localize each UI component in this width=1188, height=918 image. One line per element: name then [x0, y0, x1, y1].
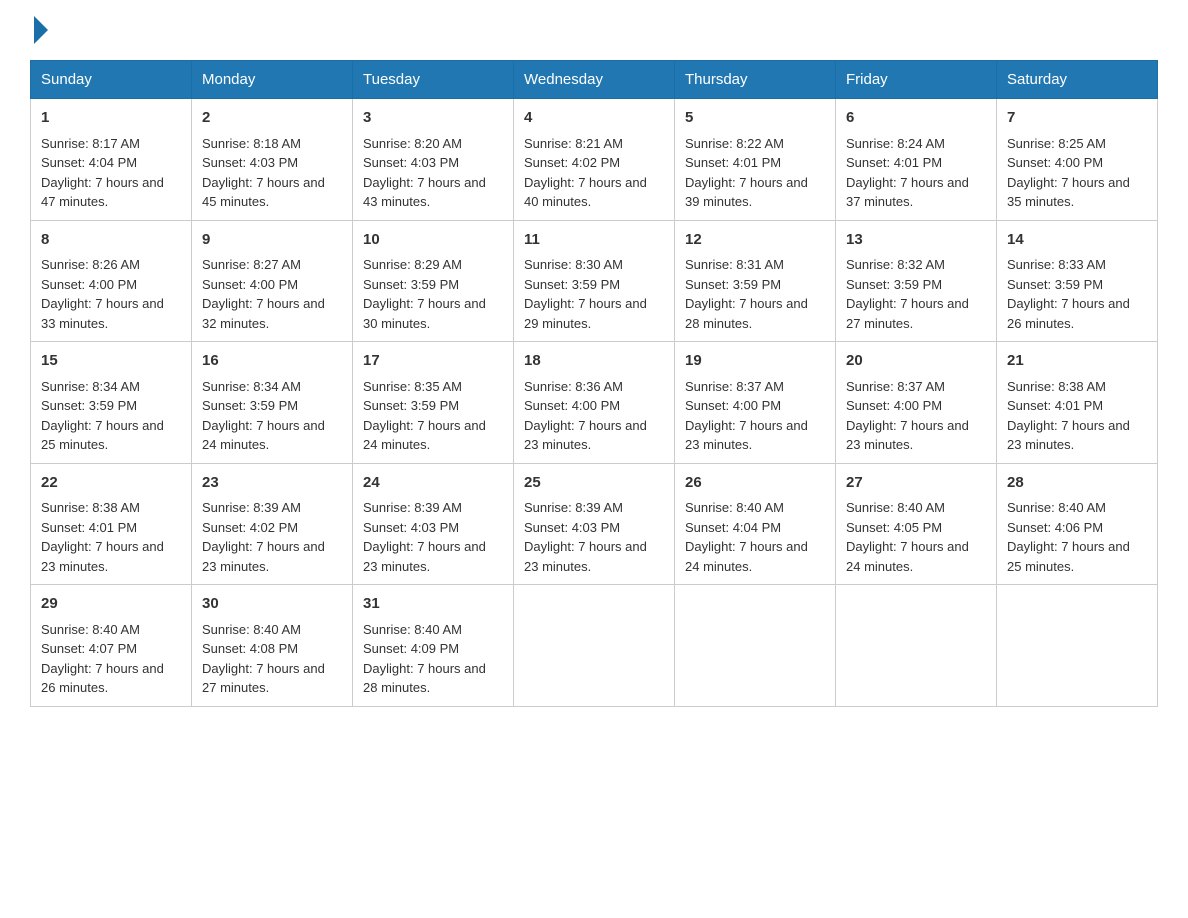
day-of-week-header: Wednesday	[514, 61, 675, 99]
day-of-week-header: Monday	[192, 61, 353, 99]
calendar-day-cell: 24Sunrise: 8:39 AMSunset: 4:03 PMDayligh…	[353, 463, 514, 585]
day-number: 25	[524, 472, 664, 495]
day-number: 16	[202, 350, 342, 373]
calendar-week-row: 22Sunrise: 8:38 AMSunset: 4:01 PMDayligh…	[31, 463, 1158, 585]
calendar-week-row: 29Sunrise: 8:40 AMSunset: 4:07 PMDayligh…	[31, 585, 1158, 707]
logo-arrow-icon	[34, 16, 48, 44]
day-number: 19	[685, 350, 825, 373]
calendar-day-cell: 15Sunrise: 8:34 AMSunset: 3:59 PMDayligh…	[31, 342, 192, 464]
calendar-day-cell: 14Sunrise: 8:33 AMSunset: 3:59 PMDayligh…	[997, 220, 1158, 342]
calendar-day-cell: 3Sunrise: 8:20 AMSunset: 4:03 PMDaylight…	[353, 99, 514, 221]
calendar-day-cell: 18Sunrise: 8:36 AMSunset: 4:00 PMDayligh…	[514, 342, 675, 464]
calendar-day-cell: 8Sunrise: 8:26 AMSunset: 4:00 PMDaylight…	[31, 220, 192, 342]
day-of-week-header: Sunday	[31, 61, 192, 99]
calendar-day-cell: 22Sunrise: 8:38 AMSunset: 4:01 PMDayligh…	[31, 463, 192, 585]
day-number: 6	[846, 107, 986, 130]
day-number: 31	[363, 593, 503, 616]
day-number: 30	[202, 593, 342, 616]
calendar-day-cell: 2Sunrise: 8:18 AMSunset: 4:03 PMDaylight…	[192, 99, 353, 221]
calendar-day-cell: 27Sunrise: 8:40 AMSunset: 4:05 PMDayligh…	[836, 463, 997, 585]
day-number: 11	[524, 229, 664, 252]
calendar-week-row: 8Sunrise: 8:26 AMSunset: 4:00 PMDaylight…	[31, 220, 1158, 342]
calendar-week-row: 1Sunrise: 8:17 AMSunset: 4:04 PMDaylight…	[31, 99, 1158, 221]
day-number: 7	[1007, 107, 1147, 130]
calendar-day-cell: 13Sunrise: 8:32 AMSunset: 3:59 PMDayligh…	[836, 220, 997, 342]
day-number: 3	[363, 107, 503, 130]
day-number: 18	[524, 350, 664, 373]
day-number: 29	[41, 593, 181, 616]
day-of-week-header: Thursday	[675, 61, 836, 99]
day-number: 10	[363, 229, 503, 252]
calendar-day-cell	[836, 585, 997, 707]
page-header	[30, 20, 1158, 40]
day-number: 2	[202, 107, 342, 130]
day-number: 27	[846, 472, 986, 495]
calendar-table: SundayMondayTuesdayWednesdayThursdayFrid…	[30, 60, 1158, 707]
day-number: 4	[524, 107, 664, 130]
calendar-day-cell: 10Sunrise: 8:29 AMSunset: 3:59 PMDayligh…	[353, 220, 514, 342]
day-number: 12	[685, 229, 825, 252]
calendar-day-cell: 9Sunrise: 8:27 AMSunset: 4:00 PMDaylight…	[192, 220, 353, 342]
calendar-day-cell: 11Sunrise: 8:30 AMSunset: 3:59 PMDayligh…	[514, 220, 675, 342]
calendar-day-cell: 4Sunrise: 8:21 AMSunset: 4:02 PMDaylight…	[514, 99, 675, 221]
calendar-day-cell: 28Sunrise: 8:40 AMSunset: 4:06 PMDayligh…	[997, 463, 1158, 585]
day-number: 1	[41, 107, 181, 130]
day-number: 23	[202, 472, 342, 495]
day-number: 22	[41, 472, 181, 495]
day-number: 17	[363, 350, 503, 373]
day-number: 13	[846, 229, 986, 252]
calendar-day-cell: 26Sunrise: 8:40 AMSunset: 4:04 PMDayligh…	[675, 463, 836, 585]
day-number: 28	[1007, 472, 1147, 495]
calendar-day-cell: 25Sunrise: 8:39 AMSunset: 4:03 PMDayligh…	[514, 463, 675, 585]
calendar-day-cell: 12Sunrise: 8:31 AMSunset: 3:59 PMDayligh…	[675, 220, 836, 342]
calendar-day-cell: 23Sunrise: 8:39 AMSunset: 4:02 PMDayligh…	[192, 463, 353, 585]
day-of-week-header: Tuesday	[353, 61, 514, 99]
calendar-day-cell: 16Sunrise: 8:34 AMSunset: 3:59 PMDayligh…	[192, 342, 353, 464]
calendar-day-cell: 21Sunrise: 8:38 AMSunset: 4:01 PMDayligh…	[997, 342, 1158, 464]
day-of-week-header: Friday	[836, 61, 997, 99]
logo	[30, 20, 48, 40]
calendar-day-cell: 7Sunrise: 8:25 AMSunset: 4:00 PMDaylight…	[997, 99, 1158, 221]
calendar-day-cell: 5Sunrise: 8:22 AMSunset: 4:01 PMDaylight…	[675, 99, 836, 221]
calendar-day-cell	[514, 585, 675, 707]
calendar-day-cell	[675, 585, 836, 707]
calendar-week-row: 15Sunrise: 8:34 AMSunset: 3:59 PMDayligh…	[31, 342, 1158, 464]
day-number: 24	[363, 472, 503, 495]
calendar-day-cell: 31Sunrise: 8:40 AMSunset: 4:09 PMDayligh…	[353, 585, 514, 707]
day-number: 26	[685, 472, 825, 495]
calendar-day-cell: 17Sunrise: 8:35 AMSunset: 3:59 PMDayligh…	[353, 342, 514, 464]
calendar-day-cell: 6Sunrise: 8:24 AMSunset: 4:01 PMDaylight…	[836, 99, 997, 221]
calendar-day-cell: 1Sunrise: 8:17 AMSunset: 4:04 PMDaylight…	[31, 99, 192, 221]
calendar-day-cell: 30Sunrise: 8:40 AMSunset: 4:08 PMDayligh…	[192, 585, 353, 707]
day-number: 20	[846, 350, 986, 373]
day-number: 9	[202, 229, 342, 252]
day-number: 15	[41, 350, 181, 373]
calendar-day-cell: 19Sunrise: 8:37 AMSunset: 4:00 PMDayligh…	[675, 342, 836, 464]
day-number: 5	[685, 107, 825, 130]
day-of-week-header: Saturday	[997, 61, 1158, 99]
calendar-day-cell: 29Sunrise: 8:40 AMSunset: 4:07 PMDayligh…	[31, 585, 192, 707]
calendar-day-cell: 20Sunrise: 8:37 AMSunset: 4:00 PMDayligh…	[836, 342, 997, 464]
calendar-day-cell	[997, 585, 1158, 707]
day-number: 21	[1007, 350, 1147, 373]
day-number: 14	[1007, 229, 1147, 252]
day-number: 8	[41, 229, 181, 252]
